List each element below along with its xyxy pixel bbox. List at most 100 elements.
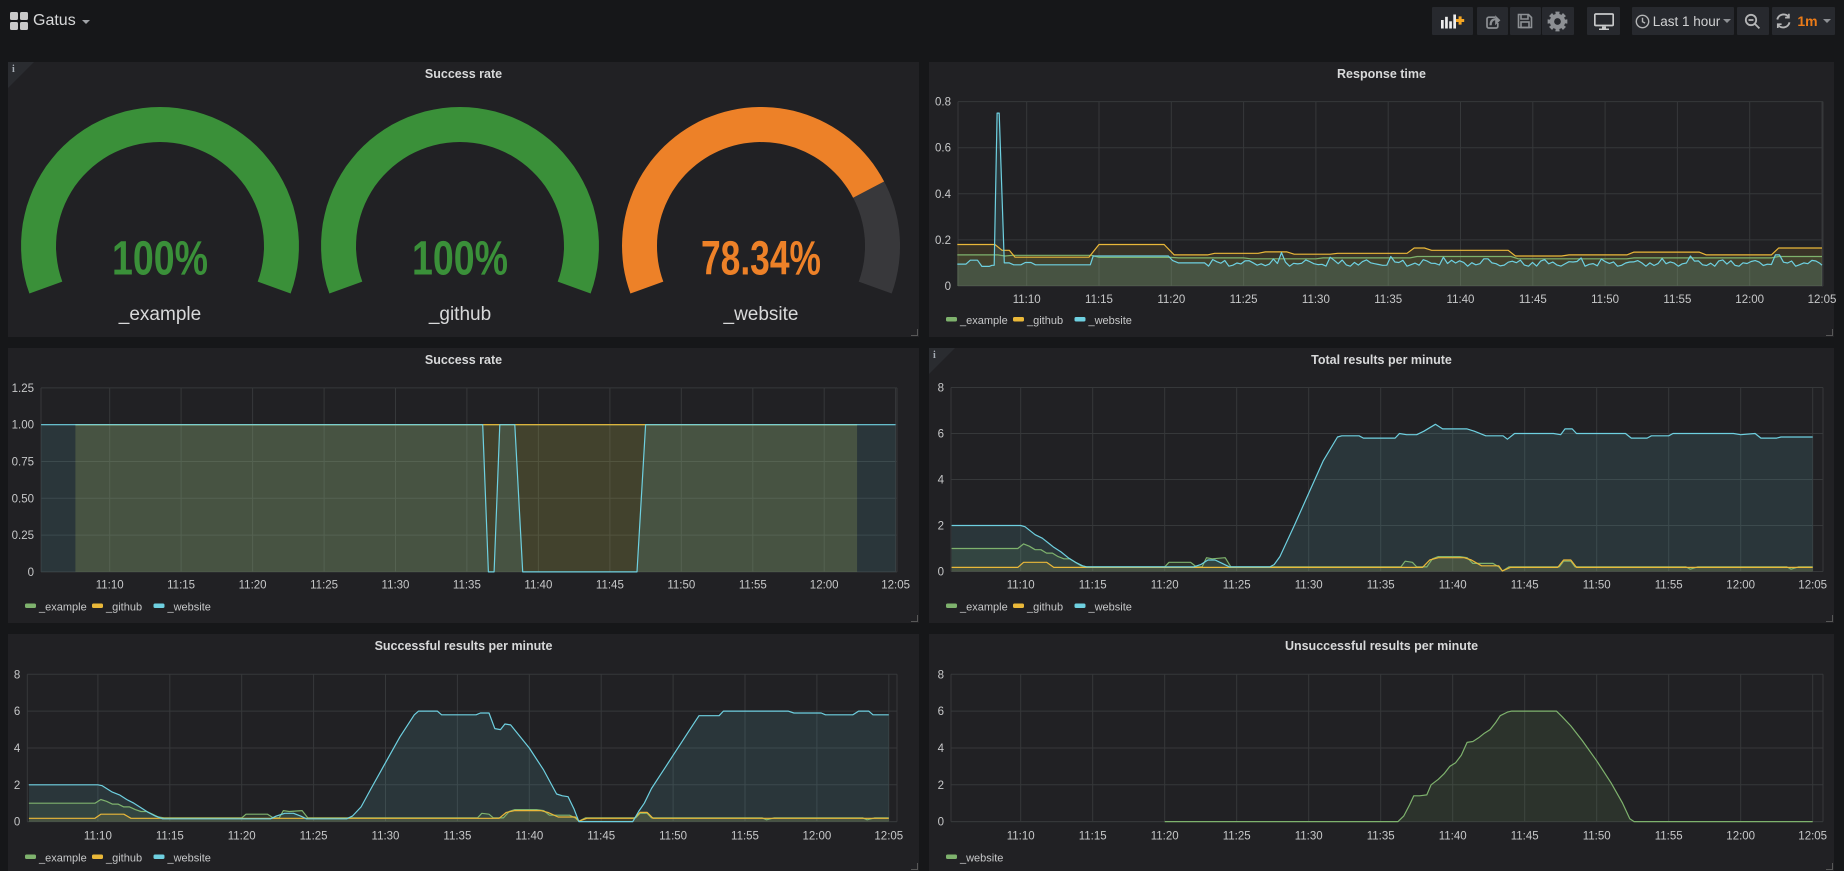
svg-text:_website: _website [167, 853, 211, 865]
svg-text:11:25: 11:25 [300, 831, 328, 843]
svg-text:11:25: 11:25 [1230, 294, 1258, 306]
svg-text:_example: _example [118, 304, 201, 325]
svg-text:11:50: 11:50 [659, 831, 687, 843]
svg-text:11:10: 11:10 [84, 831, 112, 843]
svg-text:_github: _github [1026, 315, 1063, 327]
svg-text:11:20: 11:20 [1151, 831, 1179, 843]
svg-text:1.25: 1.25 [12, 383, 34, 395]
svg-text:11:20: 11:20 [228, 831, 256, 843]
svg-text:11:30: 11:30 [382, 580, 410, 592]
svg-text:11:30: 11:30 [1295, 580, 1323, 592]
svg-text:0.6: 0.6 [935, 143, 951, 155]
svg-text:_example: _example [38, 853, 87, 865]
svg-text:4: 4 [938, 743, 945, 755]
svg-text:11:20: 11:20 [1157, 294, 1185, 306]
svg-text:_github: _github [428, 304, 491, 325]
svg-text:11:55: 11:55 [731, 831, 759, 843]
svg-text:11:10: 11:10 [96, 580, 124, 592]
svg-text:11:30: 11:30 [1302, 294, 1330, 306]
svg-text:0: 0 [945, 281, 951, 293]
svg-text:11:40: 11:40 [515, 831, 543, 843]
svg-text:11:30: 11:30 [372, 831, 400, 843]
svg-text:11:15: 11:15 [1079, 831, 1107, 843]
svg-text:12:05: 12:05 [1808, 294, 1837, 306]
svg-text:11:15: 11:15 [156, 831, 184, 843]
svg-text:11:40: 11:40 [524, 580, 552, 592]
svg-text:_github: _github [1026, 602, 1063, 614]
svg-text:12:05: 12:05 [1798, 831, 1827, 843]
svg-text:4: 4 [938, 475, 945, 487]
svg-text:11:35: 11:35 [443, 831, 471, 843]
svg-text:100%: 100% [112, 232, 208, 286]
svg-text:0: 0 [938, 567, 944, 579]
svg-text:8: 8 [938, 669, 944, 681]
svg-text:12:05: 12:05 [874, 831, 903, 843]
svg-text:0: 0 [14, 817, 20, 829]
svg-text:2: 2 [938, 780, 944, 792]
svg-text:100%: 100% [412, 232, 508, 286]
svg-text:11:45: 11:45 [1511, 580, 1539, 592]
svg-text:11:55: 11:55 [1655, 580, 1683, 592]
svg-text:11:55: 11:55 [1663, 294, 1691, 306]
svg-text:11:10: 11:10 [1013, 294, 1041, 306]
svg-text:0.25: 0.25 [12, 530, 34, 542]
svg-text:6: 6 [938, 429, 944, 441]
svg-text:11:55: 11:55 [1655, 831, 1683, 843]
svg-text:0.50: 0.50 [12, 493, 34, 505]
svg-text:_website: _website [167, 602, 211, 614]
svg-text:0.4: 0.4 [935, 189, 952, 201]
svg-text:_example: _example [38, 602, 87, 614]
svg-text:11:20: 11:20 [239, 580, 267, 592]
svg-text:11:40: 11:40 [1439, 831, 1467, 843]
svg-text:2: 2 [14, 780, 20, 792]
svg-text:_github: _github [105, 602, 142, 614]
svg-text:0: 0 [28, 567, 34, 579]
svg-text:11:50: 11:50 [1591, 294, 1619, 306]
svg-text:11:45: 11:45 [1519, 294, 1547, 306]
svg-text:11:25: 11:25 [1223, 831, 1251, 843]
svg-text:8: 8 [938, 383, 944, 395]
svg-text:0.8: 0.8 [935, 97, 951, 109]
svg-text:_example: _example [959, 315, 1008, 327]
svg-text:11:45: 11:45 [587, 831, 615, 843]
svg-text:4: 4 [14, 743, 21, 755]
svg-text:_website: _website [723, 304, 799, 325]
svg-text:12:00: 12:00 [1735, 294, 1764, 306]
svg-text:11:50: 11:50 [1583, 831, 1611, 843]
svg-text:_website: _website [1088, 602, 1132, 614]
svg-text:_github: _github [105, 853, 142, 865]
svg-text:12:05: 12:05 [881, 580, 910, 592]
svg-text:2: 2 [938, 521, 944, 533]
svg-text:78.34%: 78.34% [701, 232, 821, 286]
svg-text:11:50: 11:50 [1583, 580, 1611, 592]
svg-text:11:45: 11:45 [596, 580, 624, 592]
svg-text:11:50: 11:50 [667, 580, 695, 592]
svg-text:12:00: 12:00 [810, 580, 839, 592]
svg-text:11:15: 11:15 [167, 580, 195, 592]
svg-text:_website: _website [1088, 315, 1132, 327]
svg-text:0.2: 0.2 [935, 235, 951, 247]
svg-text:11:25: 11:25 [1223, 580, 1251, 592]
svg-text:8: 8 [14, 669, 20, 681]
svg-text:11:40: 11:40 [1447, 294, 1475, 306]
svg-text:_website: _website [959, 853, 1003, 865]
svg-text:0.75: 0.75 [12, 457, 34, 469]
svg-text:11:45: 11:45 [1511, 831, 1539, 843]
svg-text:11:10: 11:10 [1007, 580, 1035, 592]
svg-text:6: 6 [14, 706, 20, 718]
svg-text:12:05: 12:05 [1798, 580, 1827, 592]
svg-text:11:35: 11:35 [1367, 831, 1395, 843]
svg-text:6: 6 [938, 706, 944, 718]
svg-text:11:35: 11:35 [453, 580, 481, 592]
svg-text:_example: _example [959, 602, 1008, 614]
svg-text:11:35: 11:35 [1367, 580, 1395, 592]
svg-text:11:55: 11:55 [739, 580, 767, 592]
svg-text:11:30: 11:30 [1295, 831, 1323, 843]
svg-text:0: 0 [938, 817, 944, 829]
svg-text:11:40: 11:40 [1439, 580, 1467, 592]
svg-text:11:20: 11:20 [1151, 580, 1179, 592]
svg-text:12:00: 12:00 [803, 831, 832, 843]
svg-text:1.00: 1.00 [12, 420, 34, 432]
svg-text:11:35: 11:35 [1374, 294, 1402, 306]
svg-text:12:00: 12:00 [1726, 831, 1755, 843]
